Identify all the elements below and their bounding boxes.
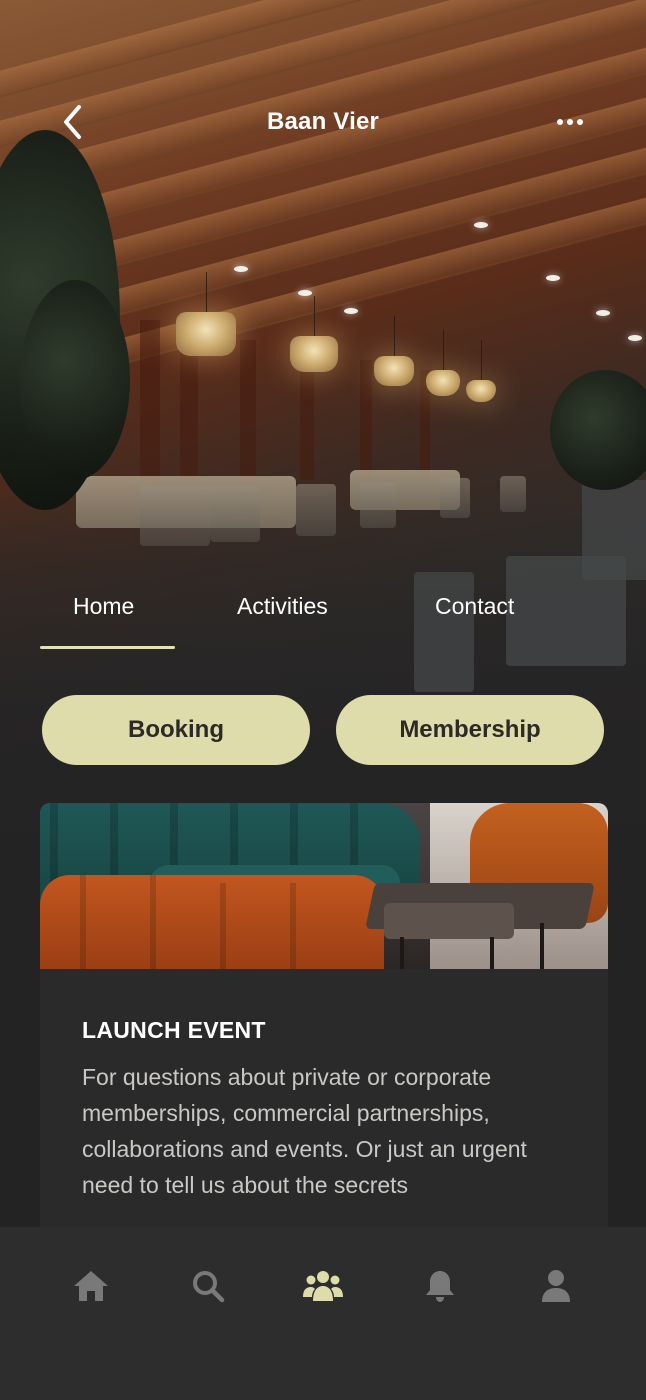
event-title: LAUNCH EVENT: [82, 1017, 266, 1043]
tab-home[interactable]: Home: [73, 586, 134, 626]
bell-icon: [426, 1271, 454, 1302]
event-card[interactable]: LAUNCH EVENT For questions about private…: [40, 803, 608, 1243]
profile-icon: [542, 1270, 570, 1302]
bottom-navigation: [0, 1227, 646, 1400]
nav-community[interactable]: [298, 1261, 348, 1311]
active-tab-indicator: [40, 646, 175, 649]
event-description: For questions about private or corporate…: [82, 1064, 527, 1198]
more-options-button[interactable]: [548, 108, 592, 136]
more-dot: [577, 119, 583, 125]
nav-profile[interactable]: [531, 1261, 581, 1311]
nav-notifications[interactable]: [415, 1261, 465, 1311]
booking-button[interactable]: Booking: [42, 695, 310, 765]
event-image: [40, 803, 608, 969]
top-header: Baan Vier: [0, 90, 646, 154]
tab-activities[interactable]: Activities: [237, 586, 328, 626]
search-icon: [193, 1271, 225, 1303]
more-dot: [567, 119, 573, 125]
tab-contact[interactable]: Contact: [435, 586, 514, 626]
more-dot: [557, 119, 563, 125]
section-tabs: Home Activities Contact: [40, 586, 606, 656]
membership-button[interactable]: Membership: [336, 695, 604, 765]
community-icon: [303, 1271, 343, 1301]
nav-search[interactable]: [183, 1261, 233, 1311]
nav-home[interactable]: [66, 1261, 116, 1311]
home-icon: [74, 1271, 108, 1301]
